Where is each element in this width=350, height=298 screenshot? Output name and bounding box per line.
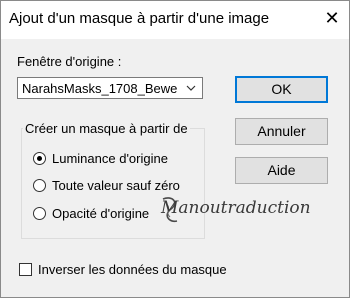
chevron-down-icon bbox=[186, 85, 196, 91]
radio-luminance-label: Luminance d'origine bbox=[52, 151, 168, 166]
dialog-title: Ajout d'un masque à partir d'une image bbox=[9, 10, 270, 27]
title-bar[interactable]: Ajout d'un masque à partir d'une image ✕ bbox=[1, 1, 349, 39]
watermark-text: Manoutraduction bbox=[161, 198, 311, 218]
invert-mask-label[interactable]: Inverser les données du masque bbox=[38, 262, 227, 277]
create-mask-group-label: Créer un masque à partir de bbox=[23, 121, 190, 136]
radio-opacity-label: Opacité d'origine bbox=[52, 206, 150, 221]
ok-button[interactable]: OK bbox=[235, 76, 328, 103]
radio-button-checked[interactable] bbox=[33, 152, 46, 165]
invert-mask-checkbox[interactable] bbox=[19, 263, 32, 276]
radio-button[interactable] bbox=[33, 207, 46, 220]
help-button[interactable]: Aide bbox=[235, 157, 328, 184]
radio-any-nonzero-label: Toute valeur sauf zéro bbox=[52, 178, 180, 193]
cancel-button[interactable]: Annuler bbox=[235, 118, 328, 145]
close-icon[interactable]: ✕ bbox=[320, 7, 344, 31]
radio-button[interactable] bbox=[33, 179, 46, 192]
dialog-window: Ajout d'un masque à partir d'une image ✕… bbox=[0, 0, 350, 298]
source-window-value: NarahsMasks_1708_Bewe bbox=[22, 81, 178, 96]
source-window-select[interactable]: NarahsMasks_1708_Bewe bbox=[17, 77, 203, 99]
source-window-label: Fenêtre d'origine : bbox=[17, 54, 122, 69]
